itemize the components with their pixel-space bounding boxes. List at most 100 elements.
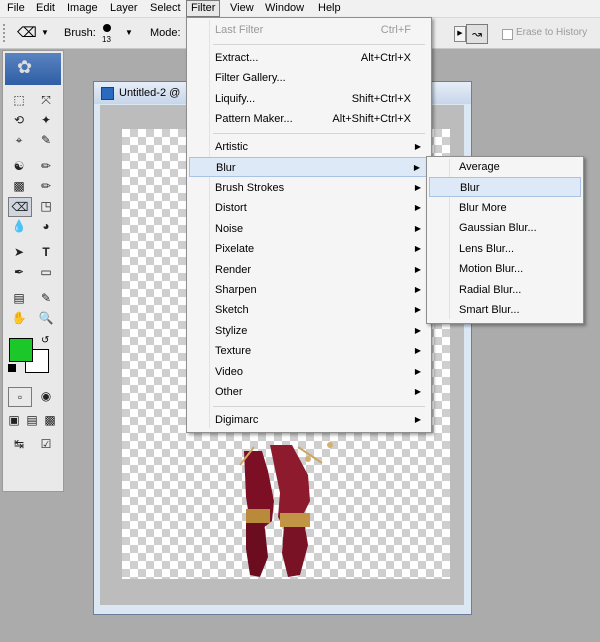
jump-to-imageready-icon[interactable]: ↹	[8, 435, 30, 453]
pen-tool-icon[interactable]: ✒	[8, 263, 30, 281]
menu-file[interactable]: File	[3, 0, 29, 17]
menu-help[interactable]: Help	[314, 0, 345, 17]
clone-stamp-tool-icon[interactable]: ▩	[8, 177, 30, 195]
menu-item-video[interactable]: Video ▶	[189, 362, 429, 382]
airbrush-icon[interactable]: ↝	[466, 24, 488, 44]
menu-filter[interactable]: Filter	[186, 0, 221, 17]
menu-item-blur-filter[interactable]: Blur	[429, 177, 581, 197]
mode-label: Mode:	[150, 27, 181, 39]
brush-tip-icon[interactable]	[103, 24, 111, 32]
menu-item-smart-blur[interactable]: Smart Blur...	[429, 300, 581, 320]
erase-to-history-checkbox[interactable]	[502, 29, 513, 40]
toolbox-header[interactable]: ✿	[5, 53, 61, 85]
menu-item-noise[interactable]: Noise ▶	[189, 219, 429, 239]
menu-item-extract[interactable]: Extract... Alt+Ctrl+X	[189, 48, 429, 68]
menu-item-filter-gallery[interactable]: Filter Gallery...	[189, 68, 429, 88]
brush-label: Brush:	[64, 27, 96, 39]
menu-item-texture[interactable]: Texture ▶	[189, 341, 429, 361]
brush-dropdown-arrow-icon[interactable]: ▼	[125, 28, 133, 37]
menu-item-distort[interactable]: Distort ▶	[189, 198, 429, 218]
quick-mask-mode-icon[interactable]: ◉	[35, 387, 57, 405]
menu-edit[interactable]: Edit	[32, 0, 59, 17]
submenu-arrow-icon: ▶	[414, 224, 421, 233]
filter-menu: Last Filter Ctrl+F Extract... Alt+Ctrl+X…	[186, 17, 432, 433]
menu-view[interactable]: View	[226, 0, 258, 17]
paint-bucket-tool-icon[interactable]: ◳	[35, 197, 57, 215]
slice-tool-icon[interactable]: ✎	[35, 131, 57, 149]
menu-window[interactable]: Window	[261, 0, 308, 17]
menu-item-blur-more[interactable]: Blur More	[429, 198, 581, 218]
preset-dropdown-arrow-icon[interactable]: ▼	[41, 28, 49, 37]
menu-item-brush-strokes[interactable]: Brush Strokes ▶	[189, 178, 429, 198]
hand-tool-icon[interactable]: ✋	[8, 309, 30, 327]
submenu-arrow-icon: ▶	[414, 203, 421, 212]
flow-stepper-arrow-icon[interactable]: ▶	[454, 26, 466, 42]
erase-to-history-label: Erase to History	[516, 27, 588, 38]
submenu-arrow-icon: ▶	[414, 244, 421, 253]
menu-item-pattern-maker[interactable]: Pattern Maker... Alt+Shift+Ctrl+X	[189, 109, 429, 129]
path-selection-tool-icon[interactable]: ➤	[8, 243, 30, 261]
menu-item-sharpen[interactable]: Sharpen ▶	[189, 280, 429, 300]
menu-item-last-filter[interactable]: Last Filter Ctrl+F	[189, 20, 429, 40]
options-grip[interactable]	[3, 24, 9, 42]
eyedropper-tool-icon[interactable]: ✎	[35, 289, 57, 307]
menu-image[interactable]: Image	[63, 0, 102, 17]
submenu-arrow-icon: ▶	[414, 142, 421, 151]
menu-item-gaussian-blur[interactable]: Gaussian Blur...	[429, 218, 581, 238]
submenu-arrow-icon: ▶	[414, 285, 421, 294]
edit-in-imageready-icon[interactable]: ☑	[35, 435, 57, 453]
menu-item-stylize[interactable]: Stylize ▶	[189, 321, 429, 341]
brush-tool-icon[interactable]: ✏	[35, 157, 57, 175]
submenu-arrow-icon: ▶	[413, 163, 420, 172]
dodge-tool-icon[interactable]: ◕	[35, 217, 57, 235]
submenu-arrow-icon: ▶	[414, 387, 421, 396]
swap-colors-icon[interactable]: ↺	[41, 335, 49, 346]
marquee-tool-icon[interactable]: ⬚	[8, 91, 30, 109]
document-icon	[101, 87, 114, 100]
submenu-arrow-icon: ▶	[414, 305, 421, 314]
screen-mode-menu-icon[interactable]: ▤	[24, 411, 40, 429]
menu-item-pixelate[interactable]: Pixelate ▶	[189, 239, 429, 259]
submenu-arrow-icon: ▶	[414, 183, 421, 192]
eraser-tool-icon[interactable]: ⌫	[8, 197, 32, 217]
toolbox: ✿ ⬚ ⤧ ⟲ ✦ ⌖ ✎ ☯ ✏ ▩ ✏ ⌫ ◳ 💧 ◕ ➤ T ✒ ▭ ▤ …	[2, 50, 64, 492]
menu-item-render[interactable]: Render ▶	[189, 260, 429, 280]
menu-select[interactable]: Select	[146, 0, 185, 17]
zoom-tool-icon[interactable]: 🔍	[35, 309, 57, 327]
menu-layer[interactable]: Layer	[106, 0, 142, 17]
screen-mode-full-icon[interactable]: ▩	[42, 411, 58, 429]
healing-brush-tool-icon[interactable]: ☯	[8, 157, 30, 175]
type-tool-icon[interactable]: T	[35, 243, 57, 261]
menu-item-digimarc[interactable]: Digimarc ▶	[189, 410, 429, 430]
history-brush-tool-icon[interactable]: ✏	[35, 177, 57, 195]
submenu-arrow-icon: ▶	[414, 265, 421, 274]
notes-tool-icon[interactable]: ▤	[8, 289, 30, 307]
foreground-color-swatch[interactable]	[9, 338, 33, 362]
screen-mode-standard-icon[interactable]: ▣	[6, 411, 22, 429]
brush-size-value: 13	[102, 35, 111, 44]
default-colors-icon[interactable]	[8, 364, 16, 372]
standard-mode-icon[interactable]: ▫	[8, 387, 32, 407]
crop-tool-icon[interactable]: ⌖	[8, 131, 30, 149]
submenu-arrow-icon: ▶	[414, 326, 421, 335]
menu-item-blur[interactable]: Blur ▶	[189, 157, 429, 177]
menu-item-average[interactable]: Average	[429, 157, 581, 177]
blur-tool-icon[interactable]: 💧	[8, 217, 30, 235]
menu-item-other[interactable]: Other ▶	[189, 382, 429, 402]
feather-logo-icon: ✿	[17, 57, 33, 77]
magic-wand-tool-icon[interactable]: ✦	[35, 111, 57, 129]
menu-bar: File Edit Image Layer Select Filter View…	[0, 0, 600, 18]
submenu-arrow-icon: ▶	[414, 367, 421, 376]
menu-item-motion-blur[interactable]: Motion Blur...	[429, 259, 581, 279]
menu-item-liquify[interactable]: Liquify... Shift+Ctrl+X	[189, 89, 429, 109]
menu-item-lens-blur[interactable]: Lens Blur...	[429, 239, 581, 259]
menu-item-artistic[interactable]: Artistic ▶	[189, 137, 429, 157]
move-tool-icon[interactable]: ⤧	[35, 91, 57, 109]
blur-submenu: Average Blur Blur More Gaussian Blur... …	[426, 156, 584, 324]
menu-item-sketch[interactable]: Sketch ▶	[189, 300, 429, 320]
eraser-preset-icon[interactable]: ⌫	[17, 24, 37, 41]
menu-item-radial-blur[interactable]: Radial Blur...	[429, 280, 581, 300]
rectangle-shape-tool-icon[interactable]: ▭	[35, 263, 57, 281]
submenu-arrow-icon: ▶	[414, 346, 421, 355]
lasso-tool-icon[interactable]: ⟲	[8, 111, 30, 129]
